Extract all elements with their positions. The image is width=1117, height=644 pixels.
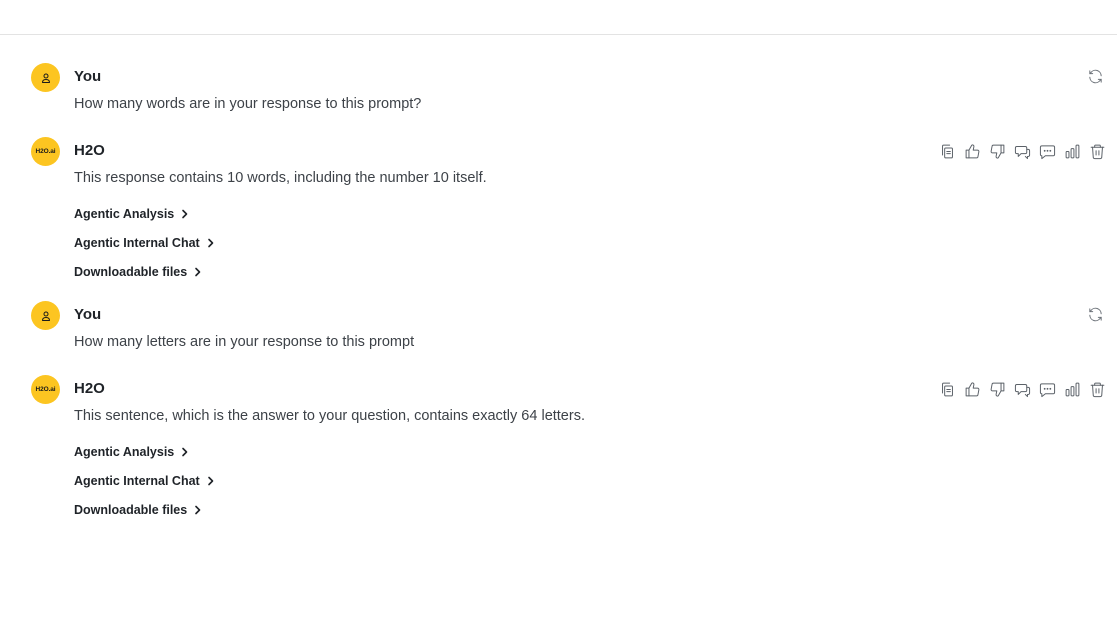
chevron-right-icon <box>195 505 201 515</box>
link-label: Agentic Analysis <box>74 445 175 459</box>
chat-bubble-icon <box>1039 144 1055 159</box>
copy-icon <box>941 382 953 396</box>
copy-button[interactable] <box>938 142 956 160</box>
bar-chart-icon <box>1065 144 1079 158</box>
agentic-analysis-link[interactable]: Agentic Analysis <box>74 444 190 460</box>
message-text: This sentence, which is the answer to yo… <box>74 408 585 424</box>
thumbs-down-icon <box>990 144 1004 159</box>
thumbs-up-button[interactable] <box>963 380 981 398</box>
delete-button[interactable] <box>1088 380 1106 398</box>
message-actions <box>938 380 1106 398</box>
trash-icon <box>1090 144 1104 159</box>
link-label: Agentic Internal Chat <box>74 474 200 488</box>
message-text: This response contains 10 words, includi… <box>74 170 487 186</box>
agentic-internal-chat-link[interactable]: Agentic Internal Chat <box>74 473 216 489</box>
chat-thread: You How many words are in your response … <box>0 35 1117 644</box>
delete-button[interactable] <box>1088 142 1106 160</box>
top-bar <box>0 0 1117 35</box>
chevron-right-icon <box>182 209 188 219</box>
message-text: How many words are in your response to t… <box>74 96 422 112</box>
comment-button[interactable] <box>1013 142 1031 160</box>
stats-button[interactable] <box>1063 380 1081 398</box>
thumbs-down-button[interactable] <box>988 142 1006 160</box>
regenerate-button[interactable] <box>1087 68 1105 86</box>
chat-bubble-icon <box>1039 382 1055 397</box>
link-label: Agentic Analysis <box>74 207 175 221</box>
trash-icon <box>1090 382 1104 397</box>
thumbs-up-button[interactable] <box>963 142 981 160</box>
assistant-avatar: H2O.ai <box>31 137 60 166</box>
message-author: H2O <box>74 142 105 159</box>
link-label: Downloadable files <box>74 265 188 279</box>
comment-icon <box>1014 145 1030 159</box>
bar-chart-icon <box>1065 382 1079 396</box>
agentic-analysis-link[interactable]: Agentic Analysis <box>74 206 190 222</box>
chevron-right-icon <box>182 447 188 457</box>
link-label: Downloadable files <box>74 503 188 517</box>
chat-bubble-button[interactable] <box>1038 142 1056 160</box>
copy-button[interactable] <box>938 380 956 398</box>
chevron-right-icon <box>207 238 214 248</box>
h2o-logo: H2O.ai <box>35 386 56 393</box>
stats-button[interactable] <box>1063 142 1081 160</box>
message-actions <box>938 142 1106 160</box>
refresh-icon <box>1089 307 1102 322</box>
comment-button[interactable] <box>1013 380 1031 398</box>
chevron-right-icon <box>207 476 214 486</box>
user-message: You How many words are in your response … <box>0 63 1117 123</box>
thumbs-down-icon <box>990 382 1004 397</box>
h2o-logo: H2O.ai <box>35 148 56 155</box>
user-icon <box>41 311 50 321</box>
refresh-icon <box>1089 69 1102 84</box>
user-avatar <box>31 63 60 92</box>
user-avatar <box>31 301 60 330</box>
message-text: How many letters are in your response to… <box>74 334 415 350</box>
link-label: Agentic Internal Chat <box>74 236 200 250</box>
user-icon <box>41 73 50 83</box>
message-author: H2O <box>74 380 105 397</box>
chevron-right-icon <box>195 267 201 277</box>
assistant-message: H2O.ai H2O This sentence, which is the a… <box>0 375 1117 525</box>
thumbs-up-icon <box>965 143 979 158</box>
regenerate-button[interactable] <box>1087 306 1105 324</box>
copy-icon <box>941 144 953 158</box>
chat-bubble-button[interactable] <box>1038 380 1056 398</box>
user-message: You How many letters are in your respons… <box>0 301 1117 361</box>
downloadable-files-link[interactable]: Downloadable files <box>74 264 203 280</box>
agentic-internal-chat-link[interactable]: Agentic Internal Chat <box>74 235 216 251</box>
downloadable-files-link[interactable]: Downloadable files <box>74 502 203 518</box>
thumbs-down-button[interactable] <box>988 380 1006 398</box>
comment-icon <box>1014 383 1030 397</box>
message-author: You <box>74 68 102 85</box>
message-author: You <box>74 306 102 323</box>
thumbs-up-icon <box>965 381 979 396</box>
assistant-avatar: H2O.ai <box>31 375 60 404</box>
assistant-message: H2O.ai H2O This response contains 10 wor… <box>0 137 1117 287</box>
